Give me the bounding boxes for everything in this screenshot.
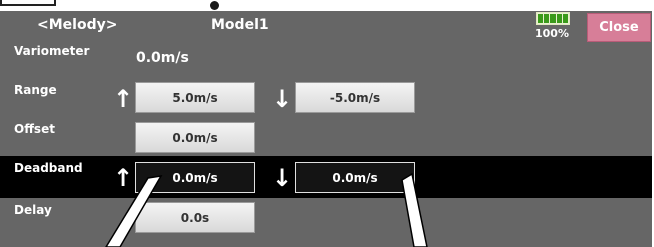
battery-cell <box>550 14 556 23</box>
battery-cell <box>556 14 562 23</box>
offset-button[interactable]: 0.0m/s <box>135 122 255 153</box>
range-down-button[interactable]: -5.0m/s <box>295 82 415 113</box>
decorative-dot <box>210 1 219 10</box>
deadband-down-button[interactable]: 0.0m/s <box>295 162 415 193</box>
variometer-value: 0.0m/s <box>136 50 189 66</box>
range-label: Range <box>14 83 57 97</box>
delay-label: Delay <box>14 203 52 217</box>
down-arrow-icon: ↓ <box>272 164 293 192</box>
close-button[interactable]: Close <box>587 13 651 42</box>
figure-frame: <Melody> Model1 100% Close Variometer 0.… <box>0 0 654 247</box>
deadband-up-button[interactable]: 0.0m/s <box>135 162 255 193</box>
menu-title: <Melody> <box>37 17 118 33</box>
offset-label: Offset <box>14 122 55 136</box>
deadband-label: Deadband <box>14 161 83 175</box>
up-arrow-icon: ↑ <box>113 85 134 113</box>
battery-cell <box>562 14 569 23</box>
battery-icon <box>536 12 570 25</box>
model-name: Model1 <box>211 17 269 33</box>
transmitter-screen: <Melody> Model1 100% Close Variometer 0.… <box>0 11 652 247</box>
battery-percentage: 100% <box>535 27 569 40</box>
variometer-label: Variometer <box>14 44 90 58</box>
delay-button[interactable]: 0.0s <box>135 202 255 233</box>
decorative-box <box>0 0 56 6</box>
down-arrow-icon: ↓ <box>272 85 293 113</box>
up-arrow-icon: ↑ <box>113 164 134 192</box>
range-up-button[interactable]: 5.0m/s <box>135 82 255 113</box>
battery-cell <box>538 14 544 23</box>
battery-cell <box>544 14 550 23</box>
